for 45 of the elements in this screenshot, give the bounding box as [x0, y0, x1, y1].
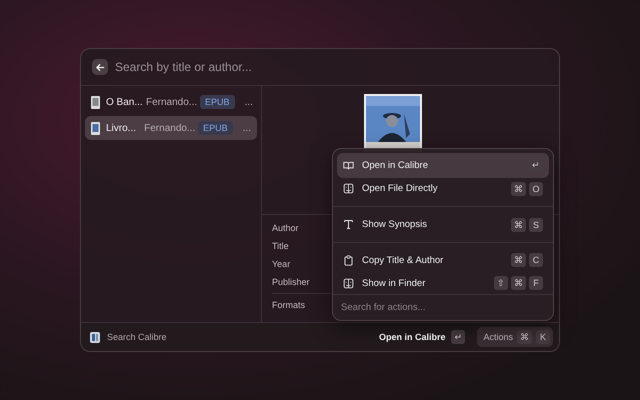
calibre-icon [89, 330, 101, 344]
action-item[interactable]: Show in Finder ⇧ ⌘ F [337, 272, 549, 294]
key-cap: S [529, 218, 543, 232]
action-item[interactable]: Open in Calibre ↵ [337, 153, 549, 178]
clipboard-icon [343, 254, 354, 266]
book-author: Fernando... [146, 96, 194, 108]
book-row[interactable]: Livro... Fernando... EPUB ... [85, 116, 257, 140]
key-cap: ⌘ [511, 253, 526, 268]
format-tag: EPUB [198, 121, 233, 135]
more-text: ... [242, 122, 251, 134]
field-label: Author [272, 222, 299, 235]
footer-title: Search Calibre [107, 332, 168, 342]
key-cap: O [529, 182, 543, 196]
book-cover-icon [91, 96, 100, 108]
key-cap: C [529, 253, 543, 268]
text-icon [343, 219, 354, 230]
key-cap: ⌘ [511, 276, 526, 290]
actions-button[interactable]: Actions ⌘ K [477, 327, 553, 347]
back-button[interactable] [92, 59, 108, 75]
book-icon [343, 160, 354, 171]
book-cover-icon [91, 122, 100, 134]
key-cap: ↵ [451, 330, 466, 344]
action-search-field[interactable]: Search for actions... [341, 302, 545, 314]
primary-action[interactable]: Open in Calibre [378, 332, 446, 342]
action-item[interactable]: Copy Title & Author ⌘ C [337, 249, 549, 272]
search-field[interactable]: Search by title or author... [115, 60, 548, 74]
key-cap: F [529, 276, 543, 290]
field-label: Title [272, 240, 289, 253]
key-cap: ⇧ [494, 276, 508, 290]
field-label: Publisher [272, 276, 310, 289]
action-item[interactable]: Show Synopsis ⌘ S [337, 213, 549, 236]
finder-icon [343, 278, 354, 289]
format-tag: EPUB [200, 95, 235, 109]
book-author: Fernando... [144, 122, 192, 134]
field-label: Formats [272, 299, 306, 312]
key-cap: ⌘ [511, 218, 526, 232]
book-title: Livro... [106, 122, 138, 134]
book-row[interactable]: O Ban... Fernando... EPUB ... [85, 90, 257, 114]
key-cap: ⌘ [511, 182, 526, 196]
field-label: Year [272, 258, 290, 271]
action-item[interactable]: Open File Directly ⌘ O [337, 178, 549, 200]
book-title: O Ban... [106, 96, 140, 108]
more-text: ... [244, 96, 253, 108]
finder-icon [343, 183, 354, 194]
back-arrow-icon [96, 62, 104, 72]
